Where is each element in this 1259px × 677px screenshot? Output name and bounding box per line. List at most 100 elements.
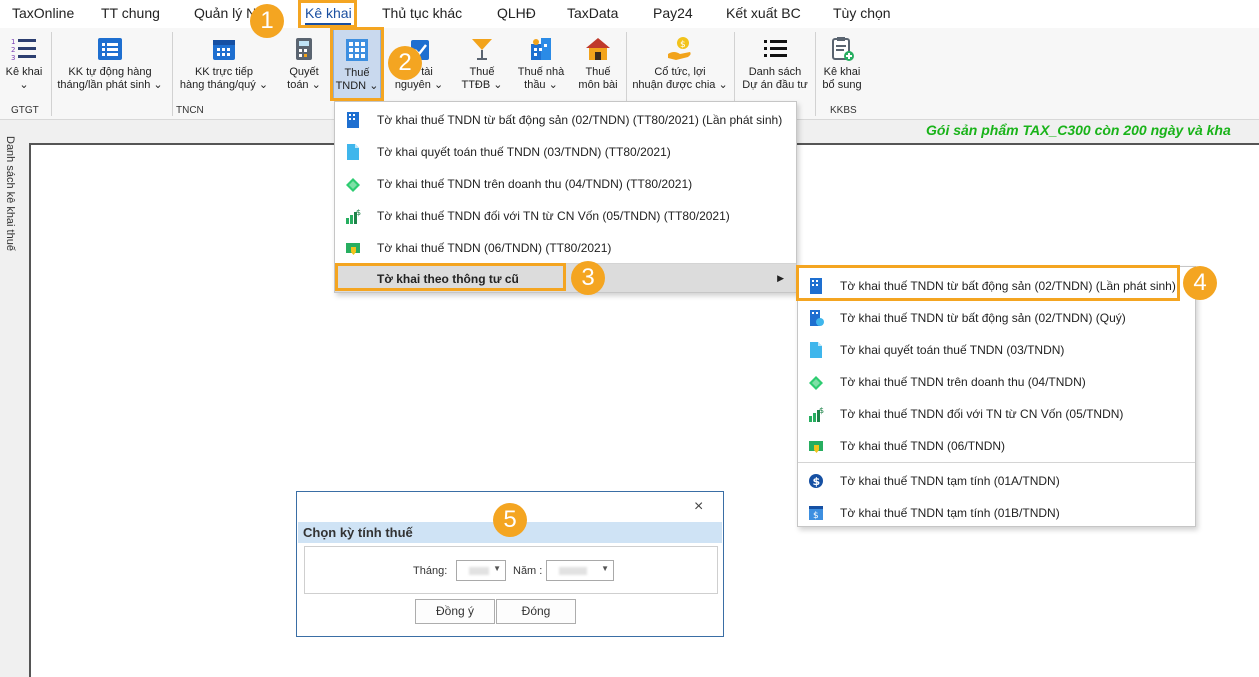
dialog-title: Chọn kỳ tính thuế — [303, 525, 413, 540]
step-badge-2: 2 — [388, 46, 422, 80]
du-an-label-1: Danh sách — [748, 66, 802, 78]
kk-truc-tiep-button[interactable]: KK trực tiếp hàng tháng/quý ⌄ — [178, 28, 270, 100]
chevron-down-icon: ▼ — [601, 564, 609, 573]
menu-thu-tuc-khac[interactable]: Thủ tục khác — [382, 5, 462, 21]
money-stack-icon — [809, 376, 823, 390]
submenu-item-04-tndn[interactable]: Tờ khai thuế TNDN trên doanh thu (04/TND… — [798, 365, 1195, 397]
thue-ttdb-label-2: TTĐB ⌄ — [460, 79, 504, 92]
submenu-item-03-tndn[interactable]: Tờ khai quyết toán thuế TNDN (03/TNDN) — [798, 333, 1195, 365]
submenu-item-label: Tờ khai quyết toán thuế TNDN (03/TNDN) — [840, 343, 1065, 357]
submenu-item-02-tndn-phat-sinh[interactable]: Tờ khai thuế TNDN từ bất động sản (02/TN… — [798, 269, 1195, 301]
thue-ttdb-label-2-text: TTĐB — [461, 79, 491, 91]
group-separator — [51, 32, 52, 116]
chevron-down-icon: ⌄ — [548, 79, 558, 91]
step-badge-3: 3 — [571, 261, 605, 295]
dropdown-item-06-tndn-tt80[interactable]: Tờ khai thuế TNDN (06/TNDN) (TT80/2021) — [335, 231, 796, 263]
kk-tu-dong-label-2: tháng/lần phát sinh ⌄ — [56, 79, 164, 92]
menu-tt-chung[interactable]: TT chung — [101, 5, 160, 21]
chevron-down-icon: ⌄ — [19, 79, 29, 91]
bullet-list-icon — [764, 40, 787, 57]
du-an-dau-tu-button[interactable]: Danh sách Dự án đầu tư — [738, 28, 812, 100]
thue-tndn-button[interactable]: Thuế TNDN ⌄ — [333, 28, 381, 100]
month-select-value — [469, 567, 489, 575]
dropdown-item-old-circulars[interactable]: Tờ khai theo thông tư cũ ▶ — [335, 264, 796, 292]
year-label: Năm : — [513, 565, 543, 577]
dropdown-item-03-tndn-tt80[interactable]: Tờ khai quyết toán thuế TNDN (03/TNDN) (… — [335, 135, 796, 167]
submenu-item-label: Tờ khai thuế TNDN từ bất động sản (02/TN… — [840, 279, 1176, 293]
thue-ttdb-button[interactable]: Thuế TTĐB ⌄ — [460, 28, 504, 100]
submenu-item-06-tndn[interactable]: Tờ khai thuế TNDN (06/TNDN) — [798, 429, 1195, 461]
building-icon — [347, 112, 359, 128]
capital-growth-icon: $ — [346, 208, 361, 224]
dropdown-item-04-tndn-tt80[interactable]: Tờ khai thuế TNDN trên doanh thu (04/TND… — [335, 167, 796, 199]
menu-ke-khai[interactable]: Kê khai — [305, 5, 352, 21]
kk-truc-tiep-label-2: hàng tháng/quý ⌄ — [178, 79, 270, 92]
step-badge-1: 1 — [250, 4, 284, 38]
submenu-item-label: Tờ khai thuế TNDN từ bất động sản (02/TN… — [840, 311, 1126, 325]
svg-text:1: 1 — [11, 38, 15, 46]
tndn-dropdown-menu: Tờ khai thuế TNDN từ bất động sản (02/TN… — [334, 101, 797, 293]
quyet-toan-button[interactable]: Quyết toán ⌄ — [283, 28, 325, 100]
submenu-item-01a-tndn[interactable]: $ Tờ khai thuế TNDN tạm tính (01A/TNDN) — [798, 464, 1195, 496]
step-badge-4: 4 — [1183, 266, 1217, 300]
menu-tuy-chon[interactable]: Tùy chọn — [833, 5, 891, 21]
year-select[interactable]: ▼ — [546, 560, 614, 581]
dropdown-item-label: Tờ khai thuế TNDN từ bất động sản (02/TN… — [377, 113, 783, 127]
ke-khai-gtgt-button[interactable]: 1 2 3 Kê khai ⌄ — [2, 28, 46, 100]
side-tab-ke-khai-list[interactable]: Danh sách kê khai thuế — [2, 136, 22, 266]
kk-tu-dong-label-2-text: tháng/lần phát sinh — [57, 79, 151, 91]
submenu-item-05-tndn[interactable]: $ Tờ khai thuế TNDN đối với TN từ CN Vốn… — [798, 397, 1195, 429]
thue-mon-bai-label-1: Thuế — [585, 66, 611, 78]
step-badge-5: 5 — [493, 503, 527, 537]
menu-qlhd[interactable]: QLHĐ — [497, 5, 536, 21]
menu-pay24[interactable]: Pay24 — [653, 5, 693, 21]
submenu-item-label: Tờ khai thuế TNDN trên doanh thu (04/TND… — [840, 375, 1086, 389]
menu-taxonline[interactable]: TaxOnline — [12, 5, 74, 21]
dialog-close-btn[interactable]: Đóng — [496, 599, 576, 624]
dropdown-item-label: Tờ khai quyết toán thuế TNDN (03/TNDN) (… — [377, 145, 671, 159]
active-tab-underline — [305, 23, 351, 26]
ke-khai-bo-sung-label-1: Kê khai — [823, 66, 861, 78]
quyet-toan-label-2: toán ⌄ — [283, 79, 325, 92]
chevron-down-icon: ⌄ — [433, 79, 444, 91]
quyet-toan-label-1: Quyết — [289, 66, 319, 78]
cocktail-glass-icon — [472, 39, 492, 60]
svg-text:3: 3 — [11, 54, 15, 62]
kk-tu-dong-button[interactable]: KK tự động hàng tháng/lần phát sinh ⌄ — [56, 28, 164, 100]
dropdown-separator — [798, 462, 1195, 463]
dialog-ok-button[interactable]: Đồng ý — [415, 599, 495, 624]
du-an-label-2: Dự án đầu tư — [742, 79, 808, 91]
money-shield-icon — [346, 243, 360, 255]
clipboard-add-icon — [832, 37, 854, 61]
thue-nha-thau-label-2: thầu ⌄ — [514, 79, 568, 92]
chevron-down-icon: ⌄ — [369, 80, 379, 92]
month-select[interactable]: ▼ — [456, 560, 506, 581]
document-icon — [347, 144, 359, 160]
dropdown-item-02-tndn-tt80[interactable]: Tờ khai thuế TNDN từ bất động sản (02/TN… — [335, 103, 796, 135]
svg-text:2: 2 — [11, 46, 15, 54]
co-tuc-button[interactable]: $ Cổ tức, lợi nhuận được chia ⌄ — [630, 28, 730, 100]
calendar-icon — [213, 40, 235, 60]
submenu-item-label: Tờ khai thuế TNDN tạm tính (01A/TNDN) — [840, 474, 1060, 488]
dropdown-item-label: Tờ khai thuế TNDN (06/TNDN) (TT80/2021) — [377, 241, 612, 255]
svg-text:$: $ — [813, 511, 819, 521]
co-tuc-label-2: nhuận được chia ⌄ — [630, 79, 730, 92]
chevron-down-icon: ▼ — [493, 564, 501, 573]
chevron-down-icon: ⌄ — [311, 79, 321, 91]
chevron-down-icon: ⌄ — [718, 79, 728, 91]
menu-taxdata[interactable]: TaxData — [567, 5, 618, 21]
thue-nha-thau-button[interactable]: Thuế nhà thầu ⌄ — [514, 28, 568, 100]
submenu-item-02-tndn-quy[interactable]: Tờ khai thuế TNDN từ bất động sản (02/TN… — [798, 301, 1195, 333]
kk-tu-dong-label-1: KK tự động hàng — [68, 66, 152, 78]
grid-table-icon — [346, 39, 368, 61]
tai-nguyen-label-2-text: nguyên — [394, 79, 431, 91]
ke-khai-bo-sung-button[interactable]: Kê khai bổ sung — [820, 28, 864, 100]
svg-text:$: $ — [356, 208, 361, 217]
dropdown-item-05-tndn-tt80[interactable]: $ Tờ khai thuế TNDN đối với TN từ CN Vốn… — [335, 199, 796, 231]
thue-mon-bai-button[interactable]: Thuế môn bài — [576, 28, 620, 100]
building-dollar-icon — [810, 310, 824, 326]
submenu-item-01b-tndn[interactable]: $ Tờ khai thuế TNDN tạm tính (01B/TNDN) — [798, 496, 1195, 528]
menu-ket-xuat-bc[interactable]: Kết xuất BC — [726, 5, 801, 21]
submenu-item-label: Tờ khai thuế TNDN đối với TN từ CN Vốn (… — [840, 407, 1124, 421]
dialog-close-button[interactable]: × — [694, 498, 703, 516]
